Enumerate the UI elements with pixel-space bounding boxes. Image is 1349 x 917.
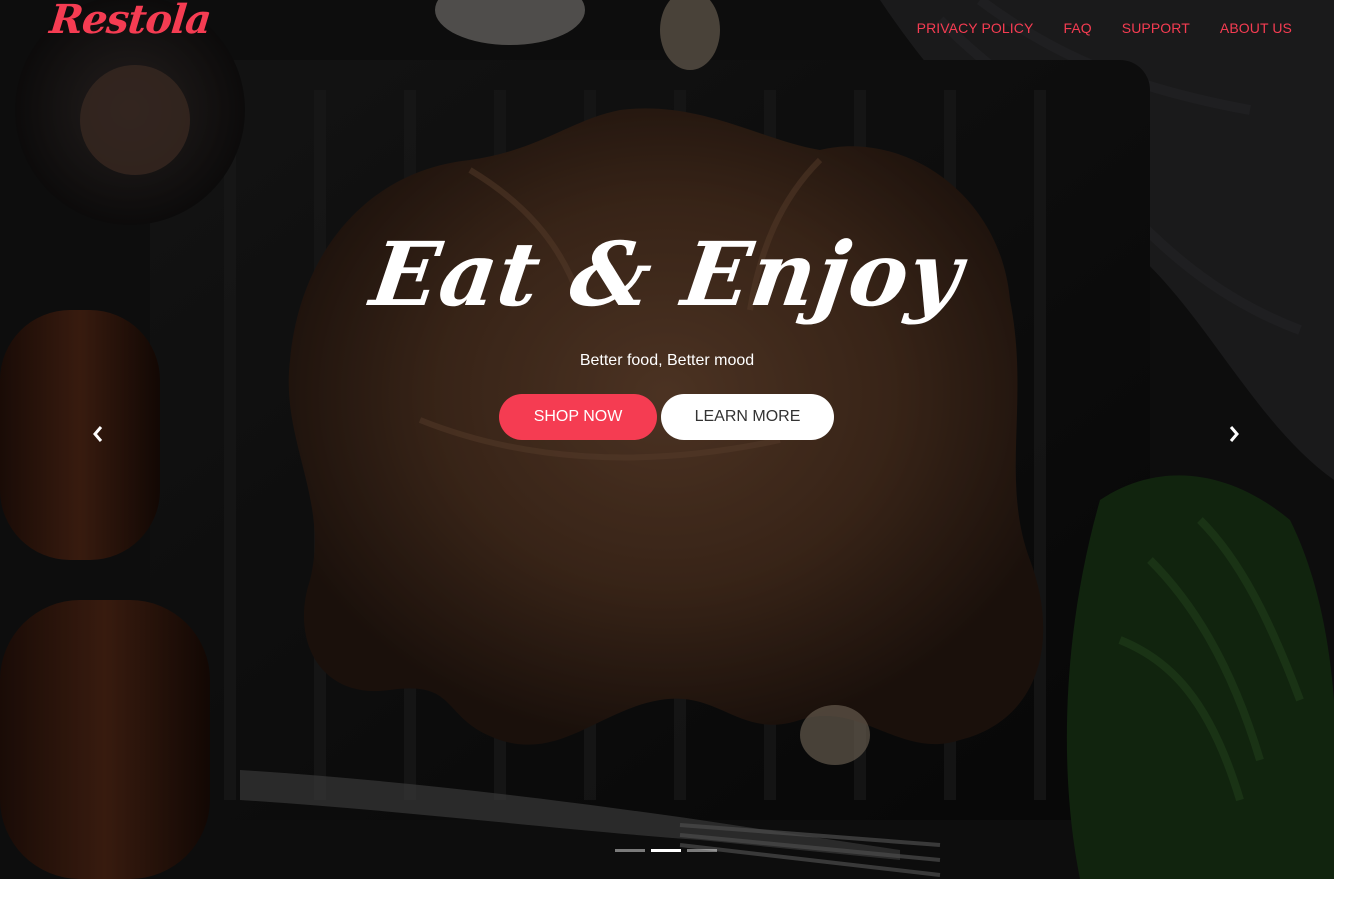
hero-carousel: Restola PRIVACY POLICY FAQ SUPPORT ABOUT…: [0, 0, 1334, 879]
hero-subtitle: Better food, Better mood: [579, 352, 755, 369]
hero-overlay: [0, 0, 1334, 879]
brand-logo[interactable]: Restola: [48, 0, 213, 43]
shop-now-button[interactable]: SHOP NOW: [499, 394, 657, 440]
page-edge: [1334, 0, 1349, 917]
nav-privacy-policy[interactable]: PRIVACY POLICY: [917, 20, 1034, 36]
nav-about-us[interactable]: ABOUT US: [1220, 20, 1292, 36]
chevron-right-icon: [1229, 426, 1239, 442]
nav-support[interactable]: SUPPORT: [1122, 20, 1190, 36]
carousel-next-button[interactable]: [1218, 418, 1250, 450]
top-nav: PRIVACY POLICY FAQ SUPPORT ABOUT US: [917, 20, 1292, 36]
carousel-prev-button[interactable]: [82, 418, 114, 450]
hero-title: Eat & Enjoy: [365, 222, 969, 326]
carousel-indicators: [615, 849, 717, 852]
carousel-indicator-3[interactable]: [687, 849, 717, 852]
learn-more-button[interactable]: LEARN MORE: [661, 394, 834, 440]
chevron-left-icon: [93, 426, 103, 442]
carousel-indicator-2[interactable]: [651, 849, 681, 852]
nav-faq[interactable]: FAQ: [1063, 20, 1091, 36]
carousel-indicator-1[interactable]: [615, 849, 645, 852]
